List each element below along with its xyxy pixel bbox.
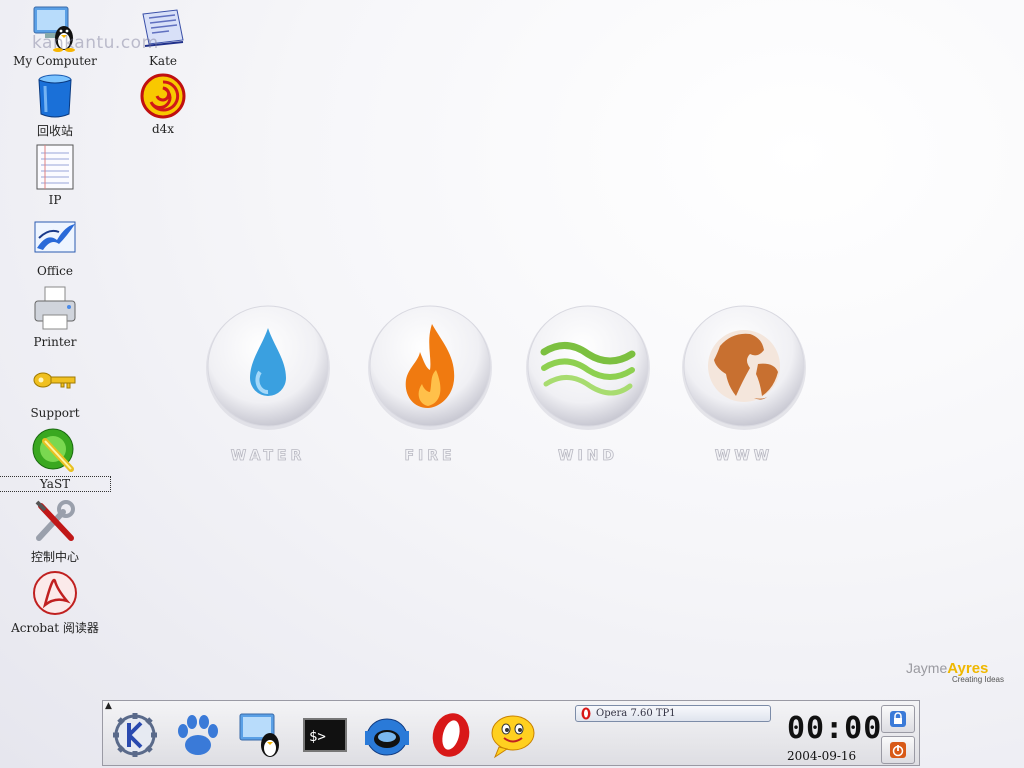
brand-logo: JaymeAyres Creating Ideas [906, 658, 1016, 684]
paw-icon [178, 715, 218, 755]
desktop-icon-d4x[interactable]: d4x [108, 72, 218, 136]
kde-menu-button[interactable] [111, 711, 159, 759]
desktop-icon-printer[interactable]: Printer [0, 285, 110, 349]
launcher-network[interactable] [363, 711, 411, 759]
brand-tagline: Creating Ideas [951, 675, 1004, 684]
element-label: WWW [714, 448, 774, 465]
desktop-icon-office[interactable]: Office [0, 214, 110, 278]
element-fire: FIRE [360, 302, 500, 464]
logout-button[interactable] [881, 736, 915, 764]
office-birds-icon [34, 221, 76, 253]
flame-icon [368, 305, 492, 430]
opera-small-icon [581, 707, 591, 720]
kde-menu-icon [113, 713, 157, 757]
desktop-icon-yast[interactable]: YaST [0, 427, 111, 492]
launcher-my-computer[interactable] [237, 711, 285, 759]
network-helmet-icon [365, 718, 409, 756]
desktop-icon-label: Printer [33, 335, 77, 349]
desktop-icon-label: My Computer [13, 54, 97, 68]
wind-waves-icon [526, 305, 650, 430]
taskbar: ▲ $> Opera 7.60 TP1 00:00 2004-09-16 [102, 700, 920, 766]
launcher-terminal[interactable]: $> [301, 711, 349, 759]
task-label: Opera 7.60 TP1 [596, 708, 676, 719]
notepad-icon [36, 144, 74, 190]
smiley-chat-icon [491, 715, 535, 759]
printer-icon [34, 286, 76, 330]
launcher-opera[interactable] [427, 711, 475, 759]
clock-time[interactable]: 00:00 [787, 711, 882, 746]
desktop-icon-label: Support [30, 406, 80, 420]
desktop-icon-ip[interactable]: IP [0, 143, 110, 207]
desktop-icon-label: Acrobat 阅读器 [11, 621, 99, 635]
launcher-gnome[interactable] [173, 711, 221, 759]
desktop-icon-control-center[interactable]: 控制中心 [0, 498, 110, 565]
opera-icon [432, 713, 470, 757]
lock-screen-button[interactable] [881, 705, 915, 733]
globe-icon [682, 305, 806, 430]
launcher-chat[interactable] [489, 711, 537, 759]
acrobat-icon [33, 571, 77, 615]
element-label: WIND [558, 448, 618, 465]
element-wind: WIND [518, 302, 658, 464]
lock-icon [890, 711, 906, 727]
desktop-icon-label: 回收站 [36, 124, 73, 138]
yast-wrench-icon [32, 428, 74, 472]
trash-bin-icon [38, 74, 72, 118]
water-drop-icon [206, 305, 330, 430]
d4x-download-icon [140, 73, 186, 119]
desktop-icon-label: IP [48, 193, 62, 207]
watermark-text: kankantu.com [32, 33, 159, 53]
desktop-icon-acrobat[interactable]: Acrobat 阅读器 [0, 569, 110, 636]
tools-icon [35, 500, 75, 541]
clock-date[interactable]: 2004-09-16 [787, 749, 856, 763]
computer-penguin-icon [239, 713, 279, 757]
svg-text:$>: $> [309, 729, 326, 745]
element-label: WATER [230, 448, 306, 465]
key-icon [33, 372, 76, 389]
element-www: WWW [674, 302, 814, 464]
panel-hide-arrow-icon[interactable]: ▲ [105, 701, 112, 711]
desktop-icon-label: d4x [151, 122, 175, 136]
element-water: WATER [198, 302, 338, 464]
taskbar-task-opera[interactable]: Opera 7.60 TP1 [575, 705, 771, 722]
desktop-icon-label: 控制中心 [30, 550, 79, 564]
desktop-icon-trash[interactable]: 回收站 [0, 72, 110, 139]
element-label: FIRE [404, 448, 456, 465]
brand-first-name: Jayme [906, 660, 948, 676]
terminal-icon: $> [303, 718, 347, 752]
desktop-icon-label: Kate [148, 54, 178, 68]
desktop-icon-label: Office [36, 264, 74, 278]
logout-icon [890, 742, 906, 758]
desktop-icon-support[interactable]: Support [0, 356, 110, 420]
desktop-icon-label: YaST [0, 476, 111, 492]
